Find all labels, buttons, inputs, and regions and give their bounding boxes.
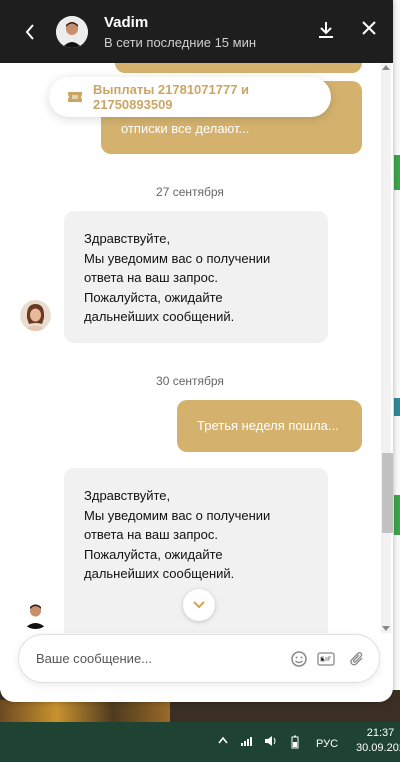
message-line: Мы уведомим вас о получении [84,250,271,266]
chat-window: Vadim В сети последние 15 мин отписки вс… [0,0,393,702]
clock[interactable]: 21:37 30.09.202 [356,726,400,756]
system-tray [240,735,302,749]
message-outgoing: Третья неделя пошла... [177,400,362,452]
emoji-button[interactable] [291,650,307,667]
chevron-down-icon [193,601,205,609]
message-incoming: Здравствуйте, Мы уведомим вас о получени… [64,211,328,343]
attach-button[interactable] [349,651,365,667]
tray-expand-button[interactable] [218,735,228,747]
message-composer[interactable]: Ваше сообщение... [18,634,380,683]
contact-name: Vadim [104,13,149,31]
gif-icon [317,651,335,666]
message-line: ответа на ваш запрос. [84,270,218,285]
chevron-up-icon [218,736,228,744]
message-list[interactable]: отписки все делают... Выплаты 2178107177… [0,63,393,633]
message-text: отписки все делают... [121,121,250,136]
message-line: дальнейших сообщений. [84,309,235,324]
chat-header: Vadim В сети последние 15 мин [0,0,393,63]
message-line: Здравствуйте, [84,488,171,503]
clock-date: 30.09.202 [356,742,400,754]
download-icon [319,22,333,38]
emoji-icon [291,650,307,667]
contact-info: Vadim В сети последние 15 мин [104,14,256,50]
scrollbar[interactable] [381,63,393,633]
network-icon[interactable] [240,735,254,747]
back-arrow-icon [25,23,34,40]
background-image-strip [0,700,170,722]
message-input[interactable]: Ваше сообщение... [36,651,291,666]
message-text: Третья неделя пошла... [197,418,339,433]
pinned-message[interactable]: Выплаты 21781071777 и 21750893509 [49,77,331,117]
message-outgoing [115,63,362,73]
scroll-up-arrow-icon[interactable] [382,65,390,70]
ticket-icon [67,90,83,104]
taskbar: РУС 21:37 30.09.202 [0,722,400,762]
message-line: ответа на ваш запрос. [84,527,218,542]
back-button[interactable] [10,0,50,63]
scroll-down-arrow-icon[interactable] [382,626,390,631]
background-accent [394,398,400,416]
avatar[interactable] [56,15,88,48]
close-icon [362,21,376,35]
pinned-text: Выплаты 21781071777 и 21750893509 [93,82,250,112]
avatar [20,300,51,331]
message-line: дальнейших сообщений. [84,566,235,581]
message-line: Пожалуйста, ожидайте [84,546,223,562]
download-button[interactable] [317,20,335,40]
background-accent [394,155,400,190]
attach-icon [350,651,363,665]
message-line: Здравствуйте, [84,231,171,246]
clock-time: 21:37 [366,727,395,739]
background-accent [394,495,400,535]
message-line: Мы уведомим вас о получении [84,507,271,523]
avatar [20,598,51,629]
close-button[interactable] [361,20,377,40]
message-line: Пожалуйста, ожидайте [84,289,223,305]
volume-icon[interactable] [264,735,278,747]
gif-button[interactable] [317,651,335,666]
language-indicator[interactable]: РУС [316,738,338,750]
date-separator: 27 сентября [156,185,224,199]
contact-status: В сети последние 15 мин [104,34,257,50]
date-separator: 30 сентября [156,374,224,388]
scrollbar-thumb[interactable] [382,453,393,533]
scroll-to-bottom-button[interactable] [183,589,215,621]
battery-icon[interactable] [288,735,302,749]
